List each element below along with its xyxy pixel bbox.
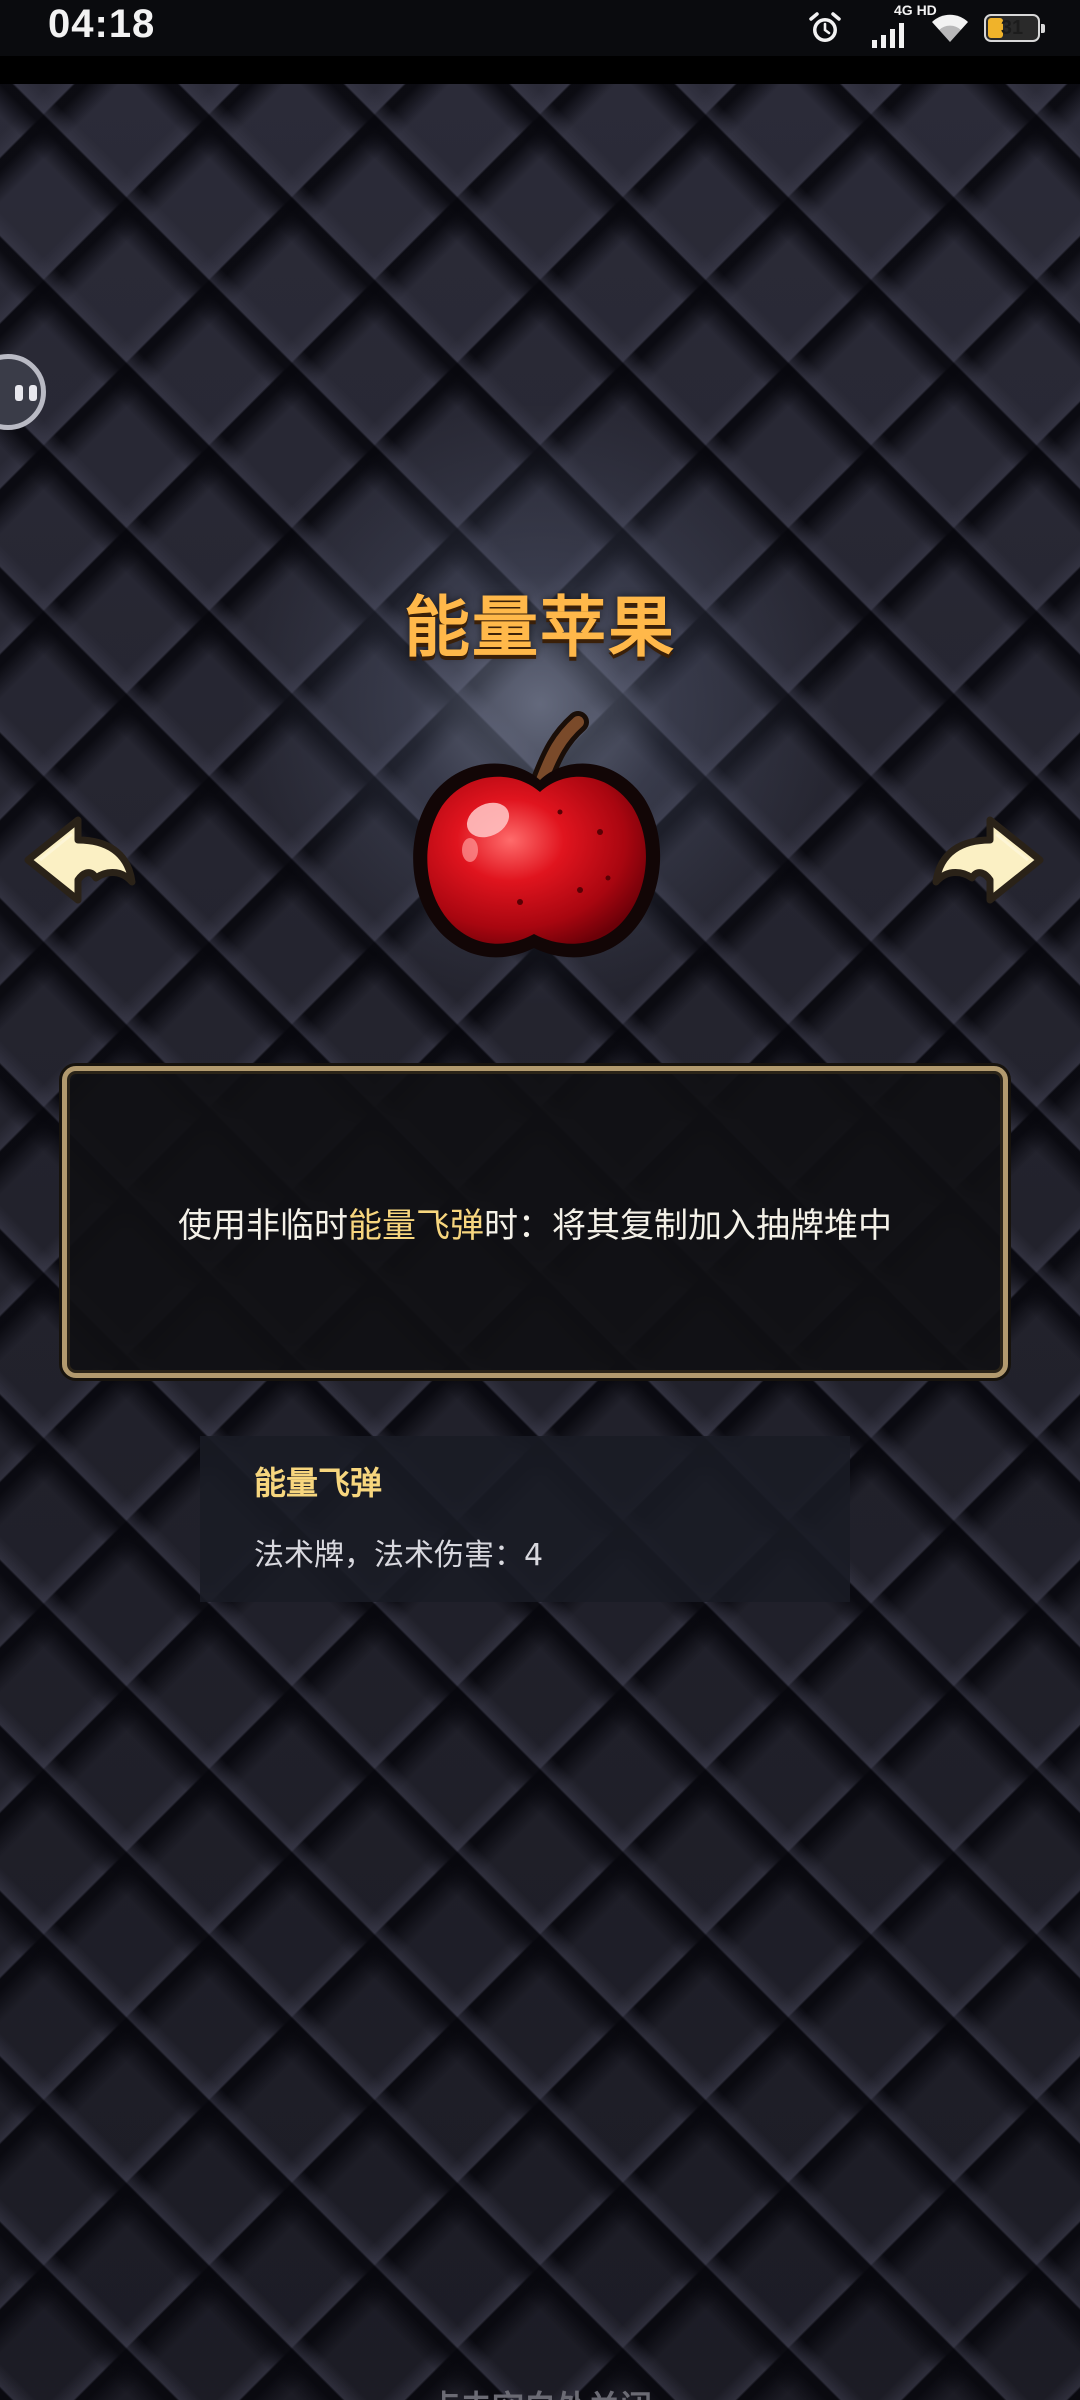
status-bar: 04:18 4G HD 31 [0,0,1080,56]
alarm-icon [809,12,841,42]
close-hint: 点击空白处关闭 [0,2382,1080,2400]
description-prefix: 使用非临时 [178,1205,348,1246]
description-text: 使用非临时能量飞弹时：将其复制加入抽牌堆中 [178,1198,892,1247]
description-keyword: 能量飞弹 [348,1205,484,1246]
screen: 04:18 4G HD 31 能量苹果 使用非临时能量飞弹时：将其复制加入抽牌堆… [0,0,1080,2400]
float-ball-dot [29,385,37,401]
status-time: 04:18 [48,2,156,46]
network-label: 4G HD [894,2,937,18]
game-area-backdrop[interactable]: 能量苹果 使用非临时能量飞弹时：将其复制加入抽牌堆中 能量飞弹 法术牌，法术伤害… [0,84,1080,2400]
signal-icon [872,23,904,48]
description-box: 使用非临时能量飞弹时：将其复制加入抽牌堆中 [62,1066,1008,1378]
arrow-left-icon[interactable] [20,812,140,908]
description-suffix: 时：将其复制加入抽牌堆中 [484,1205,892,1246]
battery-cap [1041,24,1045,33]
item-title: 能量苹果 [404,589,676,666]
signal-group: 4G HD [856,2,937,50]
battery-level: 31 [1000,17,1024,39]
floating-assistant-ball[interactable] [0,354,46,430]
keyword-tooltip: 能量飞弹 法术牌，法术伤害：4 [200,1436,850,1602]
keyword-name: 能量飞弹 [254,1464,383,1502]
status-icons: 4G HD 31 [808,2,1045,50]
keyword-detail: 法术牌，法术伤害：4 [254,1538,544,1573]
red-apple-icon [413,711,661,958]
float-ball-dot [15,385,23,401]
black-band [0,56,1080,84]
battery-icon: 31 [984,14,1045,42]
arrow-right-icon[interactable] [928,812,1048,908]
